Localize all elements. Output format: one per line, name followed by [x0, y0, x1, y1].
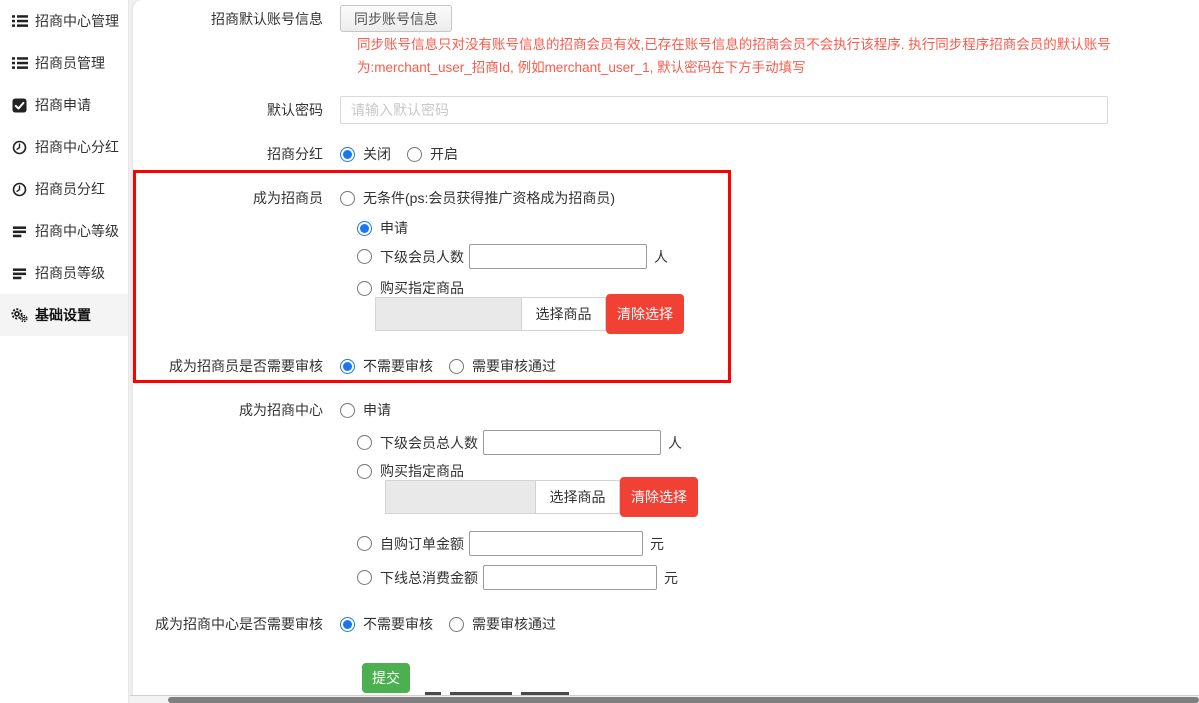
agent-option-apply[interactable]: 申请 [357, 218, 408, 238]
center-clear-selection-button[interactable]: 清除选择 [620, 477, 698, 517]
become-agent-row: 成为招商员 无条件(ps:会员获得推广资格成为招商员) [133, 188, 615, 208]
bars-icon [11, 265, 28, 281]
agent-review-yes[interactable]: 需要审核通过 [449, 356, 556, 376]
default-password-row: 默认密码 [133, 96, 1108, 124]
clock-icon [11, 181, 28, 197]
radio-center-downline-spend[interactable] [357, 570, 372, 585]
center-option-downline-spend-row: 下线总消费金额 元 [357, 565, 678, 590]
sidebar-item-merchant-center-manage[interactable]: 招商中心管理 [0, 0, 128, 42]
horizontal-scrollbar [130, 695, 1199, 703]
agent-member-count-input[interactable] [469, 244, 647, 269]
sidebar-item-merchant-apply[interactable]: 招商申请 [0, 84, 128, 126]
radio-agent-apply[interactable] [357, 221, 372, 236]
radio-center-buy-product[interactable] [357, 464, 372, 479]
become-center-label: 成为招商中心 [133, 400, 340, 420]
center-option-member-total-row: 下级会员总人数 人 [357, 430, 682, 455]
sidebar-item-basic-settings[interactable]: 基础设置 [0, 294, 128, 336]
agent-selected-products-input [375, 297, 521, 331]
horizontal-scrollbar-thumb[interactable] [168, 697, 1199, 703]
center-option-downline-spend[interactable]: 下线总消费金额 [357, 568, 478, 588]
sidebar-item-label: 招商申请 [35, 95, 91, 115]
dividend-row: 招商分红 关闭 开启 [133, 144, 458, 164]
radio-agent-review-yes[interactable] [449, 359, 464, 374]
sidebar-item-center-dividend[interactable]: 招商中心分红 [0, 126, 128, 168]
center-option-apply[interactable]: 申请 [340, 400, 391, 420]
agent-option-apply-row: 申请 [357, 218, 408, 238]
sync-account-row: 招商默认账号信息 同步账号信息 [133, 5, 452, 32]
list-icon [11, 13, 28, 29]
sidebar-item-label: 招商中心管理 [35, 11, 119, 31]
center-review-no[interactable]: 不需要审核 [340, 614, 433, 634]
radio-agent-buy-product[interactable] [357, 281, 372, 296]
center-selected-products-input [385, 480, 535, 514]
agent-option-member-count[interactable]: 下级会员人数 [357, 247, 464, 267]
submit-row: 提交 [362, 663, 410, 693]
dividend-option-close[interactable]: 关闭 [340, 144, 391, 164]
center-self-order-suffix: 元 [650, 534, 664, 554]
center-review-label: 成为招商中心是否需要审核 [133, 614, 340, 634]
radio-center-apply[interactable] [340, 403, 355, 418]
radio-dividend-close[interactable] [340, 147, 355, 162]
center-option-self-order[interactable]: 自购订单金额 [357, 534, 464, 554]
center-select-product-button[interactable]: 选择商品 [535, 480, 620, 514]
center-option-self-order-row: 自购订单金额 元 [357, 531, 664, 556]
cogs-icon [11, 307, 28, 323]
center-member-total-suffix: 人 [668, 433, 682, 453]
agent-option-unconditional[interactable]: 无条件(ps:会员获得推广资格成为招商员) [340, 188, 615, 208]
sidebar: 招商中心管理 招商员管理 招商申请 招商中心分红 招商员分红 招商中心等级 [0, 0, 129, 703]
submit-button[interactable]: 提交 [362, 663, 410, 693]
radio-agent-unconditional[interactable] [340, 191, 355, 206]
agent-review-no[interactable]: 不需要审核 [340, 356, 433, 376]
sidebar-item-label: 招商员分红 [35, 179, 105, 199]
sidebar-item-label: 招商员管理 [35, 53, 105, 73]
sync-account-button[interactable]: 同步账号信息 [340, 5, 452, 32]
center-product-picker: 选择商品 清除选择 [385, 477, 698, 517]
agent-product-picker: 选择商品 清除选择 [375, 294, 684, 334]
sidebar-item-agent-dividend[interactable]: 招商员分红 [0, 168, 128, 210]
radio-center-member-total[interactable] [357, 435, 372, 450]
radio-agent-member-count[interactable] [357, 249, 372, 264]
center-downline-spend-suffix: 元 [664, 568, 678, 588]
radio-center-review-yes[interactable] [449, 617, 464, 632]
become-agent-label: 成为招商员 [133, 188, 340, 208]
sidebar-item-agent-manage[interactable]: 招商员管理 [0, 42, 128, 84]
radio-dividend-open[interactable] [407, 147, 422, 162]
sync-account-note: 同步账号信息只对没有账号信息的招商会员有效,已存在账号信息的招商会员不会执行该程… [357, 33, 1152, 79]
sidebar-item-label: 招商中心分红 [35, 137, 119, 157]
sidebar-item-label: 招商中心等级 [35, 221, 119, 241]
center-member-total-input[interactable] [483, 430, 661, 455]
agent-option-member-count-row: 下级会员人数 人 [357, 244, 668, 269]
sidebar-item-center-level[interactable]: 招商中心等级 [0, 210, 128, 252]
radio-center-self-order[interactable] [357, 536, 372, 551]
dividend-option-open[interactable]: 开启 [407, 144, 458, 164]
center-option-member-total[interactable]: 下级会员总人数 [357, 433, 478, 453]
bars-icon [11, 223, 28, 239]
agent-review-label: 成为招商员是否需要审核 [133, 356, 340, 376]
agent-select-product-button[interactable]: 选择商品 [521, 297, 606, 331]
radio-center-review-no[interactable] [340, 617, 355, 632]
list-icon [11, 55, 28, 71]
sidebar-item-agent-level[interactable]: 招商员等级 [0, 252, 128, 294]
agent-member-count-suffix: 人 [654, 247, 668, 267]
clock-icon [11, 139, 28, 155]
center-review-yes[interactable]: 需要审核通过 [449, 614, 556, 634]
sidebar-item-label: 基础设置 [35, 305, 91, 325]
sync-account-label: 招商默认账号信息 [133, 9, 340, 29]
become-center-row: 成为招商中心 申请 [133, 400, 391, 420]
agent-review-row: 成为招商员是否需要审核 不需要审核 需要审核通过 [133, 356, 556, 376]
check-square-icon [11, 97, 28, 113]
default-password-input[interactable] [340, 96, 1108, 124]
agent-clear-selection-button[interactable]: 清除选择 [606, 294, 684, 334]
default-password-label: 默认密码 [133, 100, 340, 120]
center-downline-spend-input[interactable] [483, 565, 657, 590]
dividend-label: 招商分红 [133, 144, 340, 164]
center-review-row: 成为招商中心是否需要审核 不需要审核 需要审核通过 [133, 614, 556, 634]
sidebar-item-label: 招商员等级 [35, 263, 105, 283]
radio-agent-review-no[interactable] [340, 359, 355, 374]
center-self-order-input[interactable] [469, 531, 643, 556]
